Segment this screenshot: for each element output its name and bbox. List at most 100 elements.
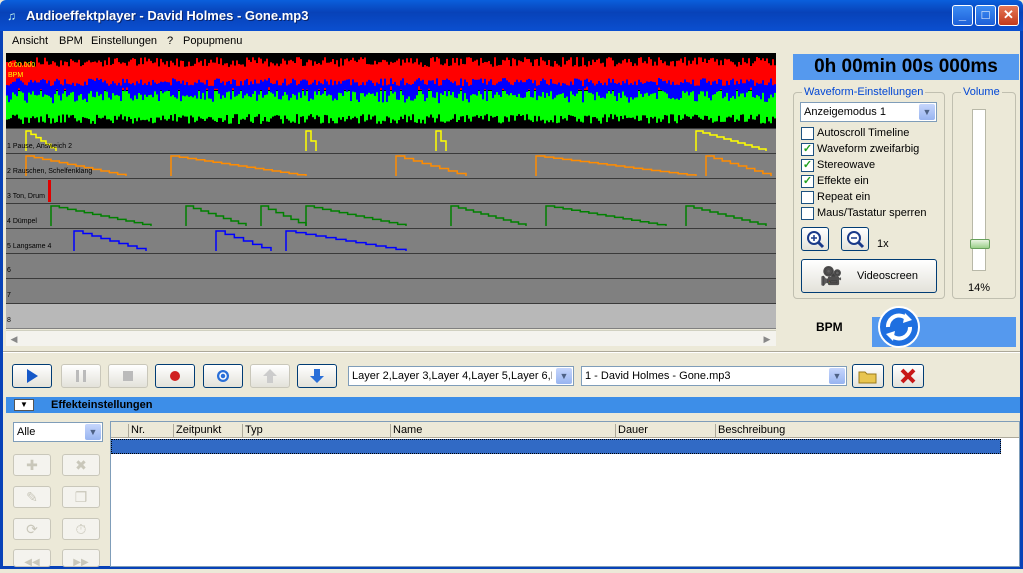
layer-row-7[interactable]: 7	[6, 278, 776, 303]
menu-bpm[interactable]: BPM	[59, 35, 83, 47]
checkmark-icon[interactable]: ✓	[801, 143, 814, 156]
checkbox-box[interactable]	[801, 191, 814, 204]
waveform-graphic	[6, 57, 776, 124]
menu-bar: Ansicht BPM Einstellungen ? Popupmenu	[3, 31, 1020, 51]
waveform-display[interactable]	[6, 53, 776, 128]
rewind-icon: ◀◀	[24, 557, 40, 568]
col-zeitpunkt[interactable]: Zeitpunkt	[173, 424, 242, 438]
checkbox-box[interactable]	[801, 207, 814, 220]
video-camera-icon: 🎥	[820, 266, 843, 286]
pause-icon	[76, 370, 86, 382]
refresh-effects-button[interactable]: ⟳	[13, 518, 51, 540]
layer-timeline[interactable]: 1 Pause, Answeich 2 2 Rauschen, Schelfenk…	[6, 128, 776, 329]
timer-button[interactable]: ⏱	[62, 518, 100, 540]
col-typ[interactable]: Typ	[242, 424, 390, 438]
remove-file-button[interactable]	[892, 364, 924, 388]
pause-button[interactable]	[61, 364, 101, 388]
videoscreen-button[interactable]: 🎥 Videoscreen	[801, 259, 937, 293]
col-name[interactable]: Name	[390, 424, 615, 438]
chevron-down-icon[interactable]: ▼	[829, 368, 845, 384]
layer-row-6[interactable]: 6	[6, 253, 776, 278]
move-down-button[interactable]	[297, 364, 337, 388]
layer-name: 7	[7, 292, 11, 299]
layer-name: 3 Ton, Drum	[7, 193, 45, 200]
record-button[interactable]	[155, 364, 195, 388]
zoom-out-button[interactable]	[841, 227, 869, 251]
layer-row-5[interactable]: 5 Langsame 4	[6, 228, 776, 253]
option-label: Autoscroll Timeline	[817, 127, 910, 139]
table-row[interactable]	[111, 439, 1001, 454]
menu-einstellungen[interactable]: Einstellungen	[91, 35, 157, 47]
checkmark-icon[interactable]: ✓	[801, 159, 814, 172]
layer-row-8[interactable]: 8	[6, 303, 776, 328]
menu-ansicht[interactable]: Ansicht	[12, 35, 48, 47]
waveform-settings-title: Waveform-Einstellungen	[802, 86, 926, 98]
time-display: 0h 00min 00s 000ms	[793, 54, 1019, 80]
zoom-level: 1x	[877, 238, 889, 250]
display-mode-value: Anzeigemodus 1	[804, 106, 886, 118]
display-mode-select[interactable]: Anzeigemodus 1 ▼	[800, 102, 937, 122]
zoom-out-icon	[847, 231, 865, 249]
scroll-left-arrow[interactable]: ◀	[7, 332, 21, 346]
app-icon: ♫	[7, 9, 16, 23]
chevron-down-icon[interactable]: ▼	[556, 368, 572, 384]
checkbox-box[interactable]	[801, 127, 814, 140]
col-nr[interactable]: Nr.	[128, 424, 173, 438]
open-file-button[interactable]	[852, 364, 884, 388]
record-icon	[170, 371, 180, 381]
checkmark-icon[interactable]: ✓	[801, 175, 814, 188]
layer-row-1[interactable]: 1 Pause, Answeich 2	[6, 128, 776, 153]
volume-slider-thumb[interactable]	[970, 239, 990, 249]
layer-name: 4 Dümpel	[7, 218, 37, 225]
delete-effect-button[interactable]: ✖	[62, 454, 100, 476]
layer-name: 6	[7, 267, 11, 274]
copy-effect-button[interactable]: ❐	[62, 486, 100, 508]
effects-table[interactable]: Nr. Zeitpunkt Typ Name Dauer Beschreibun…	[110, 421, 1020, 567]
layer-row-4[interactable]: 4 Dümpel	[6, 203, 776, 228]
refresh-icon: ⟳	[26, 521, 38, 537]
add-effect-button[interactable]: ✚	[13, 454, 51, 476]
sync-icon[interactable]	[876, 305, 922, 349]
maximize-button[interactable]: □	[975, 5, 996, 26]
col-beschreibung[interactable]: Beschreibung	[715, 424, 1001, 438]
videoscreen-label: Videoscreen	[857, 270, 918, 282]
arrow-up-icon	[263, 369, 277, 383]
bpm-label: BPM	[816, 320, 843, 334]
stopwatch-icon: ⏱	[75, 521, 87, 537]
collapse-toggle[interactable]: ▼	[14, 399, 34, 411]
pencil-icon: ✎	[26, 489, 38, 505]
volume-title: Volume	[961, 86, 1002, 98]
chevron-down-icon[interactable]: ▼	[85, 424, 101, 440]
menu-popupmenu[interactable]: Popupmenu	[183, 35, 242, 47]
zoom-in-button[interactable]	[801, 227, 829, 251]
play-button[interactable]	[12, 364, 52, 388]
chevron-down-icon[interactable]: ▼	[919, 104, 935, 120]
forward-icon: ▶▶	[73, 557, 89, 568]
layer-row-3[interactable]: 3 Ton, Drum	[6, 178, 776, 203]
volume-value: 14%	[968, 282, 991, 294]
effects-header: ▼ Effekteinstellungen	[6, 397, 1020, 413]
stop-button[interactable]	[108, 364, 148, 388]
layer-name: 5 Langsame 4	[7, 243, 52, 250]
option-label: Stereowave	[817, 159, 876, 171]
col-dauer[interactable]: Dauer	[615, 424, 715, 438]
edit-effect-button[interactable]: ✎	[13, 486, 51, 508]
repeat-button[interactable]	[203, 364, 243, 388]
move-up-button[interactable]	[250, 364, 290, 388]
title-bar: ♫ Audioeffektplayer - David Holmes - Gon…	[0, 0, 1023, 31]
forward-button[interactable]: ▶▶	[62, 549, 100, 568]
layer-row-2[interactable]: 2 Rauschen, Schelfenklang	[6, 153, 776, 178]
minimize-button[interactable]: _	[952, 5, 973, 26]
layer-select[interactable]: Layer 2,Layer 3,Layer 4,Layer 5,Layer 6,…	[348, 366, 574, 386]
track-select[interactable]: 1 - David Holmes - Gone.mp3 ▼	[581, 366, 847, 386]
scroll-right-arrow[interactable]: ▶	[760, 332, 774, 346]
window-title: Audioeffektplayer - David Holmes - Gone.…	[26, 8, 309, 23]
timeline-scrollbar[interactable]: ◀ ▶	[6, 330, 776, 346]
close-button[interactable]: ✕	[998, 5, 1019, 26]
time-readout: 0:00.000	[8, 62, 36, 69]
effect-filter-select[interactable]: Alle ▼	[13, 422, 103, 442]
layer-name: 1 Pause, Answeich 2	[7, 143, 72, 150]
menu-help[interactable]: ?	[167, 35, 173, 47]
rewind-button[interactable]: ◀◀	[13, 549, 51, 568]
stop-icon	[123, 371, 133, 381]
